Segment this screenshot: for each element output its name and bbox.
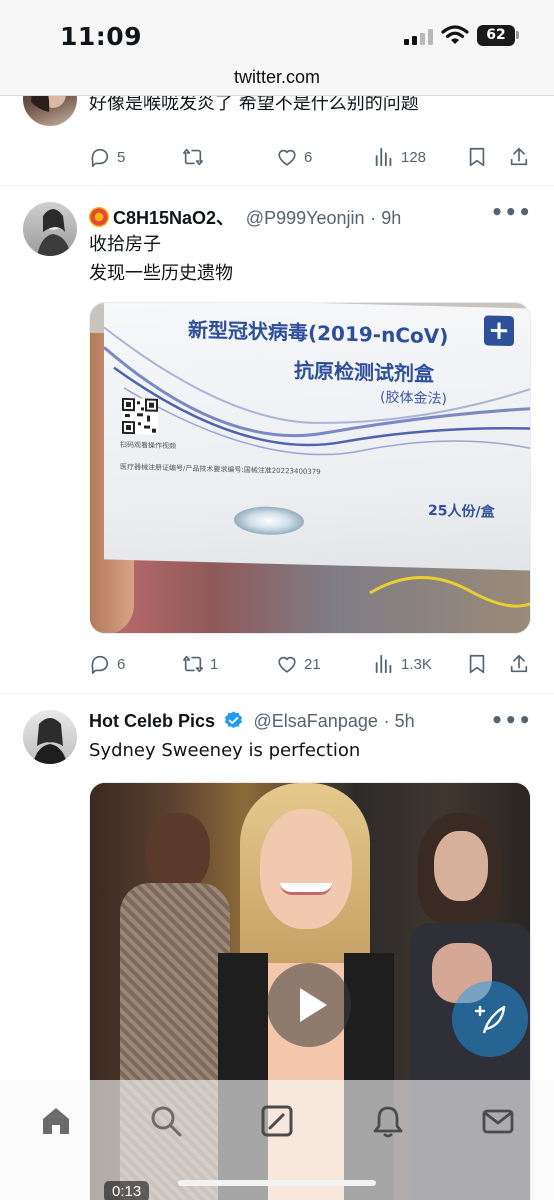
tweet-text: 好像是喉咙发炎了 希望不是什么别的问题 (89, 96, 419, 118)
tweet-header: C8H15NaO2、 @P999Yeonjin · 9h (89, 204, 401, 230)
repost-icon (183, 148, 203, 166)
reply-button[interactable]: 6 (89, 652, 125, 676)
views-button[interactable]: 1.3K (373, 652, 432, 676)
box-scan-caption: 扫码观看操作视频 (120, 440, 176, 451)
tweet-text: Sydney Sweeney is perfection (89, 736, 360, 765)
tweet-text-line: 收拾房子 (89, 234, 161, 255)
tweet[interactable]: C8H15NaO2、 @P999Yeonjin · 9h ••• 收拾房子 发现… (0, 186, 554, 694)
notifications-icon[interactable] (371, 1104, 405, 1138)
box-subtitle: 抗原检测试剂盒 (294, 358, 434, 387)
search-icon[interactable] (149, 1104, 183, 1138)
tweet-actions: 5 6 128 (89, 145, 533, 169)
like-icon (278, 149, 296, 166)
status-bar: 11:09 62 (0, 0, 554, 62)
reply-button[interactable]: 5 (89, 145, 125, 169)
tweet-text: 收拾房子 发现一些历史遗物 (89, 230, 233, 288)
status-time: 11:09 (60, 22, 143, 51)
avatar[interactable] (23, 710, 77, 764)
video-duration: 0:13 (104, 1181, 150, 1200)
tweet-text-line: 发现一些历史遗物 (89, 263, 233, 284)
bookmark-icon (469, 147, 485, 167)
views-count: 1.3K (401, 655, 432, 673)
like-button[interactable]: 6 (276, 145, 312, 169)
browser-url-bar[interactable]: twitter.com (0, 62, 554, 96)
like-icon (278, 656, 296, 673)
battery-indicator: 62 (477, 25, 515, 46)
repost-count: 1 (210, 655, 219, 673)
tweet-header: Hot Celeb Pics @ElsaFanpage · 5h (89, 710, 415, 736)
share-icon (510, 147, 528, 166)
bookmark-button[interactable] (466, 145, 488, 169)
share-button[interactable] (508, 145, 530, 169)
repost-icon (183, 655, 203, 673)
box-method: (胶体金法) (380, 389, 447, 408)
more-icon[interactable]: ••• (491, 200, 532, 224)
box-plus-icon: + (484, 315, 514, 347)
views-count: 128 (401, 148, 427, 166)
cellular-signal-icon (404, 29, 434, 45)
tweet-text-line: 好像是喉咙发炎了 希望不是什么别的问题 (89, 96, 419, 114)
compose-icon[interactable] (260, 1104, 294, 1138)
play-button[interactable] (267, 963, 351, 1047)
repost-button[interactable] (182, 145, 210, 169)
battery-cap (516, 31, 519, 39)
share-button[interactable] (508, 652, 530, 676)
wifi-icon (441, 25, 469, 44)
more-icon[interactable]: ••• (491, 708, 532, 732)
like-count: 6 (304, 148, 313, 166)
tweet-time[interactable]: · 5h (384, 711, 415, 731)
views-button[interactable]: 128 (373, 145, 426, 169)
compose-fab-button[interactable] (452, 981, 528, 1057)
bookmark-icon (469, 654, 485, 674)
display-name[interactable]: Hot Celeb Pics (89, 711, 215, 731)
qr-code-icon (122, 397, 158, 435)
like-count: 21 (304, 655, 321, 673)
tweet-time[interactable]: · 9h (370, 208, 401, 228)
views-icon (375, 147, 392, 167)
repost-button[interactable]: 1 (182, 652, 218, 676)
tweet-photo[interactable]: 新型冠状病毒(2019-nCoV) + 抗原检测试剂盒 (胶体金法) 扫码观看操… (89, 302, 531, 634)
user-handle[interactable]: @ElsaFanpage (254, 711, 378, 731)
test-kit-box: 新型冠状病毒(2019-nCoV) + 抗原检测试剂盒 (胶体金法) 扫码观看操… (104, 303, 530, 571)
reply-count: 5 (117, 148, 126, 166)
tweet-text-line: Sydney Sweeney is perfection (89, 740, 361, 761)
play-icon (300, 988, 327, 1022)
home-indicator[interactable] (178, 1180, 376, 1186)
display-name[interactable]: C8H15NaO2、 (113, 208, 234, 228)
user-handle[interactable]: @P999Yeonjin (246, 208, 365, 228)
lollipop-emoji-icon (89, 207, 109, 227)
like-button[interactable]: 21 (276, 652, 321, 676)
share-icon (510, 654, 528, 673)
home-icon[interactable] (39, 1104, 73, 1138)
compose-fab-icon (474, 1005, 506, 1034)
avatar[interactable] (23, 96, 77, 126)
reply-count: 6 (117, 655, 126, 673)
box-count: 25人份/盒 (428, 502, 495, 521)
tweet-actions: 6 1 21 1.3K (89, 652, 533, 676)
bookmark-button[interactable] (466, 652, 488, 676)
messages-icon[interactable] (481, 1104, 515, 1138)
views-icon (375, 654, 392, 674)
url-text: twitter.com (233, 67, 321, 87)
reply-icon (91, 148, 109, 167)
tweet[interactable]: 好像是喉咙发炎了 希望不是什么别的问题 5 6 128 (0, 96, 554, 186)
reply-icon (91, 655, 109, 674)
avatar[interactable] (23, 202, 77, 256)
verified-badge-icon (224, 711, 242, 729)
